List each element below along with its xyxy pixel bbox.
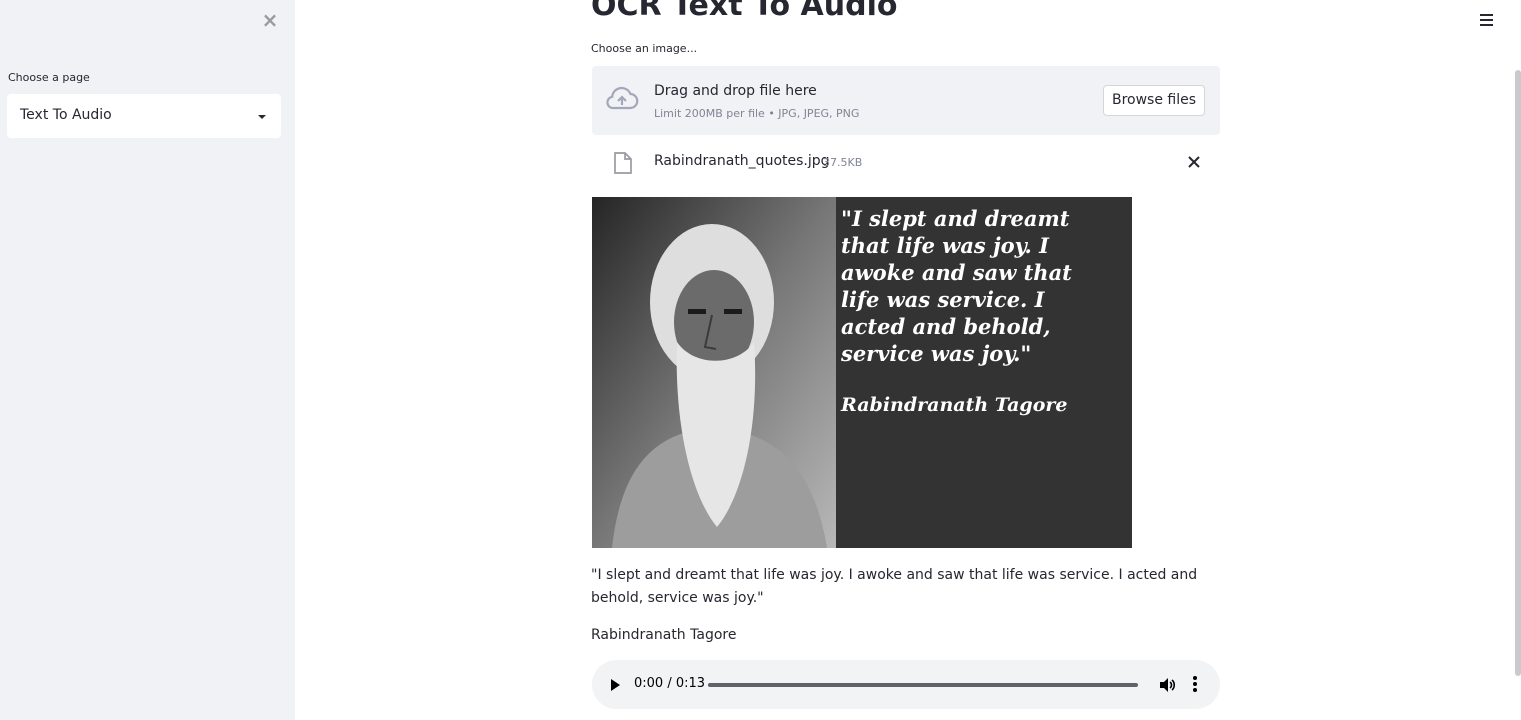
app-root: × Choose a page Text To Audio OCR Text T… (0, 0, 1521, 720)
browse-files-button[interactable]: Browse files (1103, 85, 1205, 116)
dropzone-limit: Limit 200MB per file • JPG, JPEG, PNG (654, 107, 860, 120)
image-quote-text: "I slept and dreamt that life was joy. I… (841, 206, 1072, 366)
page-select-value: Text To Audio (20, 107, 112, 123)
audio-time: 0:00 / 0:13 (634, 676, 706, 691)
delete-file-icon[interactable] (1184, 152, 1204, 172)
uploaded-file-row: Rabindranath_quotes.jpg 37.5KB (592, 143, 1220, 179)
more-vertical-icon[interactable] (1191, 676, 1199, 694)
play-icon[interactable] (611, 679, 620, 691)
file-dropzone[interactable]: Drag and drop file here Limit 200MB per … (592, 66, 1220, 135)
volume-icon[interactable] (1158, 676, 1176, 694)
page-select[interactable]: Text To Audio (7, 94, 281, 138)
audio-player[interactable]: 0:00 / 0:13 (592, 660, 1220, 709)
hamburger-menu-icon[interactable] (1480, 14, 1494, 28)
sidebar: × Choose a page Text To Audio (0, 0, 295, 720)
page-select-label: Choose a page (8, 71, 90, 84)
ocr-result-author: Rabindranath Tagore (591, 627, 737, 643)
caret-down-icon (258, 115, 266, 119)
sidebar-close-icon[interactable]: × (260, 10, 280, 30)
cloud-upload-icon (606, 86, 639, 110)
file-name: Rabindranath_quotes.jpg (654, 153, 830, 169)
audio-progress-bar[interactable] (708, 683, 1138, 687)
scrollbar[interactable] (1515, 70, 1521, 676)
ocr-result-text: "I slept and dreamt that life was joy. I… (591, 567, 1198, 606)
file-uploader-label: Choose an image... (591, 42, 698, 55)
image-quote-author: Rabindranath Tagore (841, 394, 1068, 416)
uploaded-quote-image: "I slept and dreamt that life was joy. I… (592, 197, 1132, 548)
page-title: OCR Text To Audio (591, 0, 898, 23)
portrait-photo (592, 197, 836, 548)
file-icon (614, 152, 632, 174)
file-size: 37.5KB (823, 156, 863, 169)
dropzone-title: Drag and drop file here (654, 83, 817, 99)
